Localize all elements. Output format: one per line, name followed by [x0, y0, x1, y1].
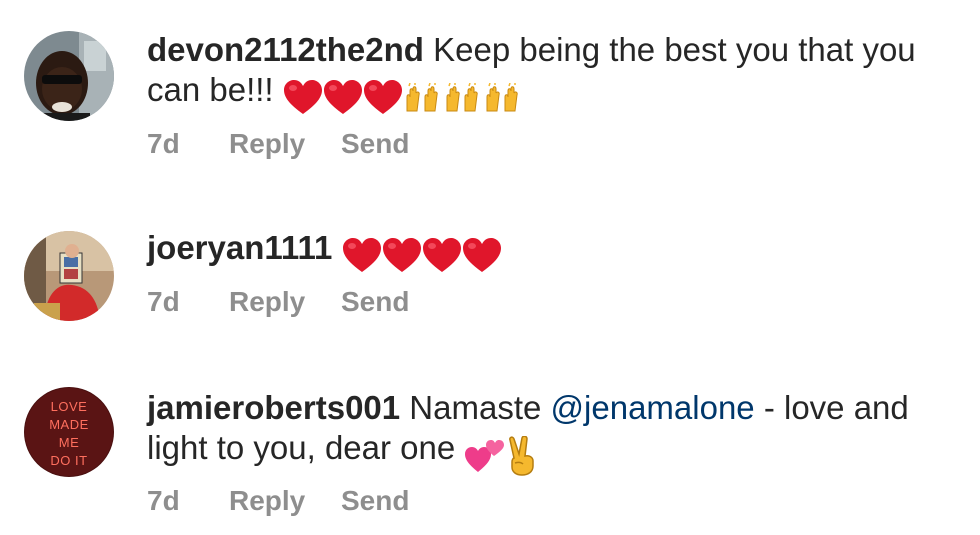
send-button[interactable]: Send [341, 127, 409, 161]
heart-icon [382, 238, 421, 273]
emoji-group [283, 76, 523, 116]
avatar-sign-text: ME [59, 435, 80, 450]
reply-button[interactable]: Reply [229, 285, 341, 319]
send-button[interactable]: Send [341, 484, 409, 518]
avatar-sign-text: LOVE [51, 399, 88, 414]
heart-icon [462, 238, 501, 273]
avatar[interactable]: LOVE MADE ME DO IT [24, 387, 114, 477]
user-mention-link[interactable]: @jenamalone [551, 389, 755, 426]
heart-icon [283, 80, 322, 115]
comment-username[interactable]: jamieroberts001 [147, 389, 400, 426]
comment-body: Namaste [400, 389, 551, 426]
comment-meta: 7d Reply Send [147, 127, 409, 161]
reply-button[interactable]: Reply [229, 127, 341, 161]
comment-meta: 7d Reply Send [147, 285, 409, 319]
two-hearts-icon [465, 440, 505, 473]
heart-icon [363, 80, 402, 115]
raising-hands-icon [406, 83, 438, 112]
heart-icon [323, 80, 362, 115]
comment-text: joeryan1111 [147, 228, 947, 274]
raising-hands-icon [486, 83, 518, 112]
comment-username[interactable]: joeryan1111 [147, 229, 332, 266]
heart-icon [342, 238, 381, 273]
avatar-sign-text: MADE [49, 417, 89, 432]
comment-age: 7d [147, 286, 180, 317]
comment-text: devon2112the2nd Keep being the best you … [147, 30, 947, 116]
raising-hands-icon [446, 83, 478, 112]
emoji-group [464, 434, 540, 477]
emoji-group [342, 234, 502, 274]
comment-age: 7d [147, 485, 180, 516]
victory-hand-icon [509, 436, 535, 477]
avatar[interactable] [24, 31, 114, 121]
comment-age: 7d [147, 128, 180, 159]
comment-text: jamieroberts001 Namaste @jenamalone - lo… [147, 388, 947, 477]
heart-icon [422, 238, 461, 273]
avatar[interactable] [24, 231, 114, 321]
reply-button[interactable]: Reply [229, 484, 341, 518]
comment-meta: 7d Reply Send [147, 484, 409, 518]
comment-username[interactable]: devon2112the2nd [147, 31, 424, 68]
avatar-sign-text: DO IT [50, 453, 87, 468]
send-button[interactable]: Send [341, 285, 409, 319]
